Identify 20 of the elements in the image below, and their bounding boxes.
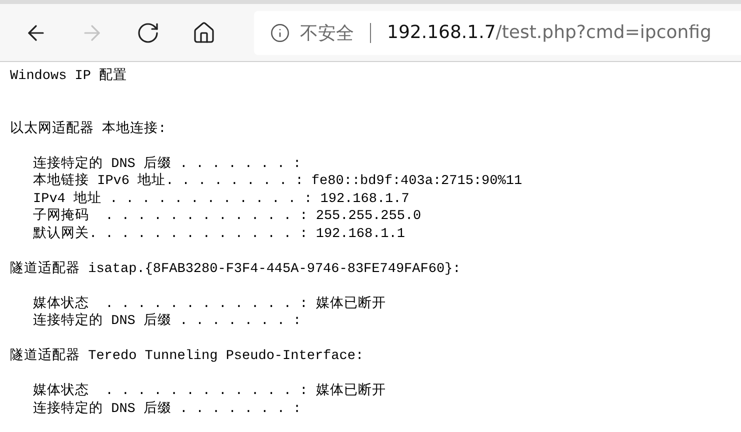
house-icon [192,20,216,44]
refresh-icon [136,20,160,44]
adapter-heading: 隧道适配器 Teredo Tunneling Pseudo-Interface: [10,348,365,366]
output-line: IPv4 地址 . . . . . . . . . . . . : 192.168.1.7 [33,190,410,208]
output-line: 连接特定的 DNS 后缀 . . . . . . . : [33,400,302,418]
adapter-heading: 隧道适配器 isatap.{8FAB3280-F3F4-445A-9746-83FE749FAF60}: [10,260,462,278]
adapter-heading: 以太网适配器 本地连接: [10,120,168,138]
output-line: 媒体状态 . . . . . . . . . . . . : 媒体已断开 [33,296,387,312]
output-line: 默认网关. . . . . . . . . . . . . : 192.168.1.1 [33,226,406,243]
output-line: 媒体状态 . . . . . . . . . . . . : 媒体已断开 [33,383,387,400]
output-line: 本地链接 IPv6 地址. . . . . . . . : fe80::bd9f:403a:2715:90%11 [33,173,524,190]
output-line: 连接特定的 DNS 后缀 . . . . . . . : [33,313,302,330]
output-title: Windows IP 配置 [10,68,128,86]
security-label: 不安全 [300,22,354,44]
info-icon[interactable] [270,22,290,42]
output-line: 子网掩码 . . . . . . . . . . . . : 255.255.255.0 [33,208,422,226]
url-path: /test.php?cmd=ipconfig [496,22,712,43]
url-host: 192.168.1.7 [387,22,496,43]
address-bar[interactable]: 不安全 192.168.1.7/test.php?cmd=ipconfig [254,10,741,54]
output-line: 连接特定的 DNS 后缀 . . . . . . . : [33,156,302,172]
